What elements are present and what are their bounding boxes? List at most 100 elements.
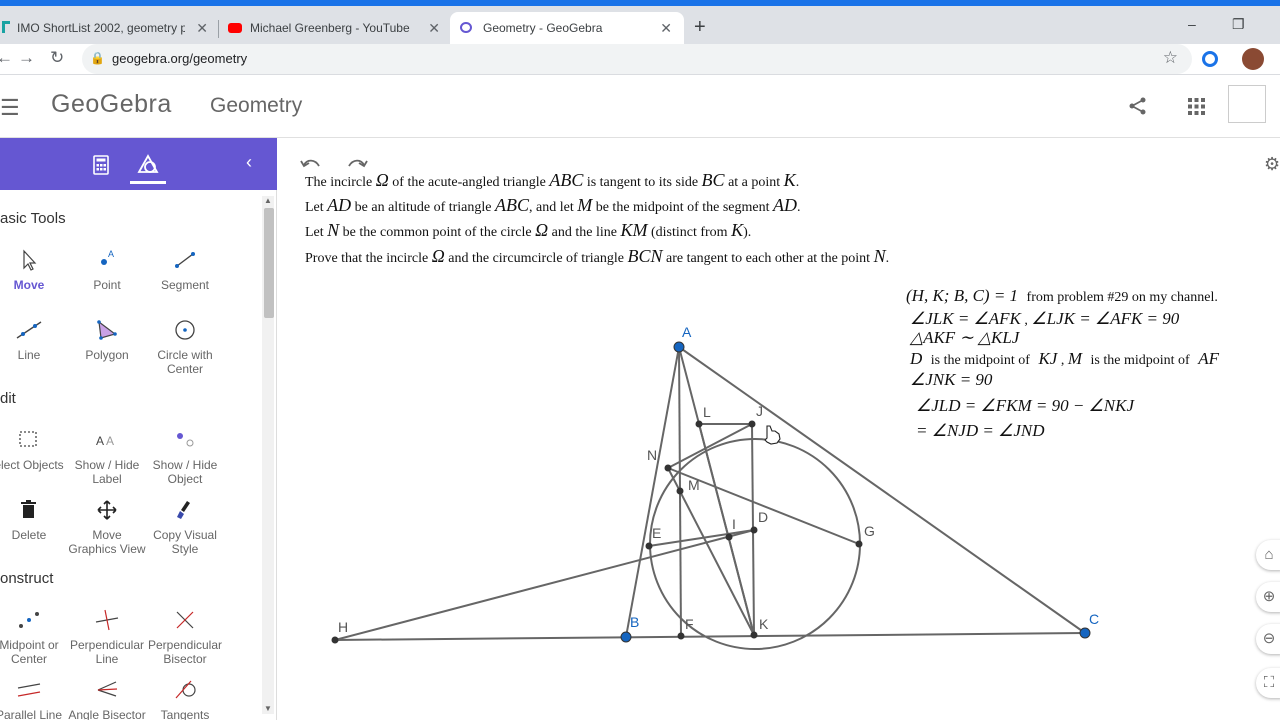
- svg-text:A: A: [108, 249, 114, 259]
- move-arrow-icon: [23, 249, 37, 271]
- tool-tangents[interactable]: Tangents: [146, 678, 224, 720]
- select-objects-icon: [19, 431, 37, 447]
- tool-label: Angle Bisector: [68, 708, 146, 720]
- tool-perpendicular-line[interactable]: Perpendicular Line: [68, 608, 146, 666]
- restore-icon[interactable]: ❐: [1232, 16, 1245, 33]
- point-C[interactable]: [1079, 627, 1091, 639]
- point-A[interactable]: [673, 341, 685, 353]
- bookmark-star-icon[interactable]: ☆: [1163, 48, 1178, 68]
- point-F[interactable]: [677, 632, 685, 640]
- geometry-site-icon: [2, 21, 10, 33]
- tool-perpendicular-bisector[interactable]: Perpendicular Bisector: [146, 608, 224, 666]
- browser-tab-1[interactable]: IMO ShortList 2002, geometry pr ✕: [0, 12, 214, 44]
- tab-separator: [218, 20, 219, 38]
- side-AC[interactable]: [678, 346, 1086, 634]
- tool-delete[interactable]: Delete: [0, 498, 68, 542]
- tool-show-hide-label[interactable]: AA Show / Hide Label: [68, 428, 146, 486]
- point-M[interactable]: [676, 487, 684, 495]
- tool-move-graphics-view[interactable]: Move Graphics View: [68, 498, 146, 556]
- tool-label: Segment: [160, 278, 210, 292]
- tool-label: Tangents: [160, 708, 210, 720]
- collapse-chevron-icon[interactable]: ‹: [246, 152, 252, 173]
- section-title-edit: dit: [0, 390, 16, 407]
- tool-label: Move Graphics View: [68, 528, 146, 556]
- tool-label: Parallel Line: [0, 708, 63, 720]
- forward-icon[interactable]: →: [18, 48, 35, 68]
- tool-label: Perpendicular Bisector: [147, 638, 223, 666]
- point-L[interactable]: [695, 420, 703, 428]
- tool-copy-visual-style[interactable]: Copy Visual Style: [146, 498, 224, 556]
- tools-icon[interactable]: [136, 153, 160, 175]
- point-N[interactable]: [664, 464, 672, 472]
- tool-label: Show / Hide Label: [74, 458, 140, 486]
- reload-icon[interactable]: ↻: [50, 48, 64, 68]
- tool-segment[interactable]: Segment: [146, 248, 224, 292]
- segment-LK[interactable]: [698, 423, 755, 636]
- section-title-basic-tools: asic Tools: [0, 210, 66, 227]
- home-icon[interactable]: ⌂: [1256, 540, 1280, 570]
- browser-tab-3-active[interactable]: Geometry - GeoGebra ✕: [450, 12, 684, 44]
- menu-icon[interactable]: ☰: [0, 95, 20, 121]
- point-G[interactable]: [855, 540, 863, 548]
- point-K[interactable]: [750, 631, 758, 639]
- zoom-in-icon[interactable]: ⊕: [1256, 582, 1280, 612]
- tool-angle-bisector[interactable]: Angle Bisector: [68, 678, 146, 720]
- tool-point[interactable]: A Point: [68, 248, 146, 292]
- tool-panel-tabs: ‹: [0, 138, 277, 190]
- minimize-icon[interactable]: –: [1188, 16, 1196, 32]
- section-title-construct: onstruct: [0, 570, 54, 587]
- point-E[interactable]: [645, 542, 653, 550]
- tool-circle-with-center[interactable]: Circle with Center: [146, 318, 224, 376]
- line-icon: [16, 321, 42, 339]
- show-hide-label-icon: AA: [96, 434, 114, 448]
- label-C: C: [1089, 611, 1099, 627]
- apps-grid-icon[interactable]: [1188, 98, 1205, 115]
- point-I[interactable]: [725, 533, 733, 541]
- construction-canvas[interactable]: A B C D E F G H I J K L M N: [278, 138, 1268, 720]
- geogebra-logo[interactable]: GeoGebra: [51, 90, 172, 119]
- perpendicular-bisector-icon: [176, 611, 194, 629]
- tool-polygon[interactable]: Polygon: [68, 318, 146, 362]
- youtube-icon: [228, 23, 242, 33]
- tool-label: Copy Visual Style: [153, 528, 217, 556]
- label-B: B: [630, 614, 639, 630]
- tool-panel-scrollbar[interactable]: ▲ ▼: [262, 196, 274, 714]
- tool-label: Polygon: [85, 348, 129, 362]
- close-icon[interactable]: ✕: [660, 20, 672, 37]
- tool-midpoint[interactable]: Midpoint or Center: [0, 608, 68, 666]
- tool-list: asic Tools Move A Point Segment Line Pol…: [0, 190, 260, 720]
- tool-select-objects[interactable]: elect Objects: [0, 428, 68, 472]
- scroll-down-icon[interactable]: ▼: [262, 704, 274, 713]
- midpoint-icon: [19, 612, 39, 628]
- browser-tab-2[interactable]: Michael Greenberg - YouTube ✕: [222, 12, 446, 44]
- zoom-out-icon[interactable]: ⊖: [1256, 624, 1280, 654]
- point-H[interactable]: [331, 636, 339, 644]
- calculator-icon[interactable]: [93, 155, 109, 175]
- tool-label: Line: [17, 348, 41, 362]
- tool-show-hide-object[interactable]: Show / Hide Object: [146, 428, 224, 486]
- profile-avatar[interactable]: [1242, 48, 1264, 70]
- back-icon[interactable]: ←: [0, 48, 13, 68]
- tool-line[interactable]: Line: [0, 318, 68, 362]
- point-D[interactable]: [750, 526, 758, 534]
- new-tab-button[interactable]: +: [694, 16, 706, 39]
- extension-icon[interactable]: [1202, 51, 1218, 67]
- sign-in-image[interactable]: [1228, 85, 1266, 123]
- app-name: Geometry: [210, 94, 303, 117]
- close-icon[interactable]: ✕: [196, 20, 208, 37]
- point-B[interactable]: [620, 631, 632, 643]
- tool-move[interactable]: Move: [0, 248, 68, 292]
- share-icon[interactable]: [1128, 96, 1148, 116]
- scroll-up-icon[interactable]: ▲: [262, 196, 274, 205]
- tool-parallel-line[interactable]: Parallel Line: [0, 678, 68, 720]
- point-J[interactable]: [748, 420, 756, 428]
- scroll-thumb[interactable]: [264, 208, 274, 318]
- side-AB[interactable]: [625, 346, 680, 638]
- hand-cursor-icon: [764, 425, 781, 445]
- graphics-view[interactable]: ⚙ The incircle Ω of the acute-angled tri…: [278, 138, 1280, 720]
- close-icon[interactable]: ✕: [428, 20, 440, 37]
- url-bar[interactable]: 🔒 geogebra.org/geometry ☆: [82, 44, 1192, 74]
- tool-label: Move: [13, 278, 45, 292]
- fullscreen-icon[interactable]: ⛶: [1256, 668, 1280, 698]
- move-graphics-view-icon: [97, 500, 117, 520]
